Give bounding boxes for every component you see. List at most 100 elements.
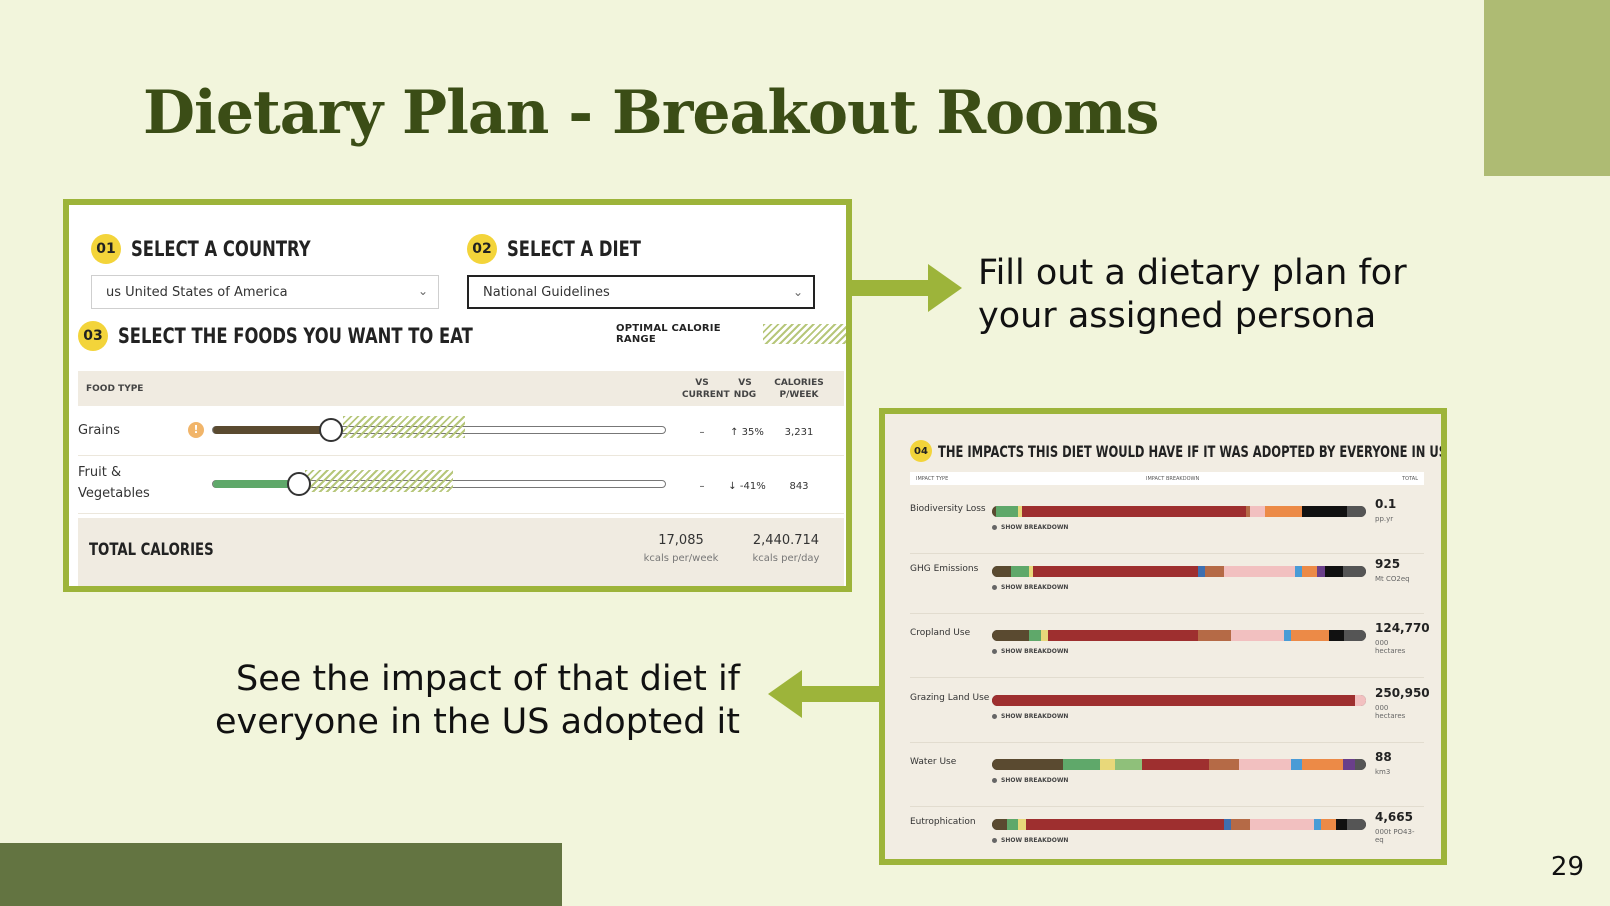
bar-segment [1354, 759, 1366, 770]
bar-segment [1197, 630, 1232, 641]
impact-row: Eutrophication SHOW BREAKDOWN 4,665 000t PO… [910, 807, 1424, 859]
col-food-type: FOOD TYPE [86, 384, 144, 394]
bar-segment [1313, 819, 1322, 830]
bar-segment [1010, 566, 1030, 577]
impact-heading: 04 THE IMPACTS THIS DIET WOULD HAVE IF I… [910, 440, 1441, 462]
show-breakdown-toggle[interactable]: SHOW BREAKDOWN [992, 524, 1068, 531]
country-select[interactable]: us United States of America ⌄ [91, 275, 439, 309]
impact-breakdown-bar [992, 759, 1366, 770]
country-select-value: us United States of America [106, 284, 288, 300]
show-breakdown-label: SHOW BREAKDOWN [1001, 524, 1069, 531]
food-label: Fruit & Vegetables [78, 465, 150, 501]
impact-label: Grazing Land Use [910, 693, 990, 703]
bar-segment [1063, 759, 1101, 770]
impact-label: Eutrophication [910, 817, 976, 827]
bar-segment [1264, 506, 1303, 517]
impact-total: 250,950 [1375, 686, 1430, 700]
impact-unit: km3 [1375, 768, 1391, 776]
total-day: 2,440.714 kcals per/day [736, 532, 836, 568]
show-breakdown-toggle[interactable]: SHOW BREAKDOWN [992, 837, 1068, 844]
bar-segment [1100, 759, 1116, 770]
col-calories: CALORIES P/WEEK [774, 378, 824, 400]
bar-segment [1347, 819, 1366, 830]
bar-segment [1141, 759, 1209, 770]
impact-row: Cropland Use SHOW BREAKDOWN 124,770 000 hec… [910, 618, 1430, 678]
bar-segment [1029, 630, 1041, 641]
total-day-value: 2,440.714 [752, 533, 820, 548]
diet-select-value: National Guidelines [483, 284, 610, 300]
step-badge: 03 [78, 321, 108, 351]
col-vs-current: VS CURRENT [682, 378, 730, 400]
grains-slider-thumb[interactable] [319, 418, 344, 442]
bar-segment [1238, 759, 1292, 770]
food-row-fruit-vegetables: Fruit & Vegetables – ↓ -41% 843 [78, 457, 844, 514]
bar-segment [1291, 630, 1329, 641]
bar-segment [1321, 819, 1337, 830]
dietary-planner-panel: 01 SELECT A COUNTRY us United States of … [63, 199, 852, 592]
col-impact-total: TOTAL [1402, 476, 1418, 482]
step-label: SELECT A COUNTRY [131, 237, 311, 261]
vs-current-value: – [699, 427, 705, 438]
total-week: 17,085 kcals per/week [636, 532, 726, 568]
bar-segment [1231, 819, 1251, 830]
bar-segment [1006, 819, 1019, 830]
step-select-foods: 03 SELECT THE FOODS YOU WANT TO EAT [78, 321, 573, 351]
bar-segment [1048, 630, 1198, 641]
impact-total: 4,665 [1375, 810, 1413, 824]
bar-segment [1021, 506, 1247, 517]
corner-decoration [1484, 0, 1610, 176]
plus-icon [992, 778, 997, 783]
vs-current-value: – [699, 481, 705, 492]
optimal-calorie-legend: OPTIMAL CALORIE RANGE [616, 323, 846, 345]
step-badge: 01 [91, 234, 121, 264]
show-breakdown-toggle[interactable]: SHOW BREAKDOWN [992, 584, 1068, 591]
optimal-range-swatch [762, 324, 846, 344]
bar-segment [1018, 819, 1026, 830]
bar-segment [1347, 506, 1366, 517]
food-row-grains: Grains ! – ↑ 35% 3,231 [78, 410, 844, 456]
bar-segment [1336, 819, 1348, 830]
bar-segment [995, 506, 1019, 517]
impact-row: Grazing Land Use SHOW BREAKDOWN 250,950 000… [910, 683, 1430, 743]
slide-title: Dietary Plan - Breakout Rooms [143, 78, 1159, 148]
impact-total: 124,770 [1375, 621, 1430, 635]
grains-slider-track[interactable] [212, 416, 666, 442]
bar-segment [1250, 506, 1265, 517]
bar-segment [1205, 566, 1224, 577]
chevron-down-icon: ⌄ [417, 284, 428, 298]
show-breakdown-toggle[interactable]: SHOW BREAKDOWN [992, 777, 1068, 784]
plus-icon [992, 585, 997, 590]
impact-table-header: IMPACT TYPE IMPACT BREAKDOWN TOTAL [910, 472, 1424, 485]
show-breakdown-toggle[interactable]: SHOW BREAKDOWN [992, 713, 1068, 720]
impact-row: Biodiversity Loss SHOW BREAKDOWN 0.1 pp.yr [910, 494, 1424, 554]
bar-segment [1343, 759, 1355, 770]
show-breakdown-toggle[interactable]: SHOW BREAKDOWN [992, 648, 1068, 655]
impact-breakdown-bar [992, 819, 1366, 830]
fruit-veg-slider-thumb[interactable] [287, 472, 312, 496]
bar-segment [1354, 695, 1366, 706]
impact-total: 925 [1375, 557, 1401, 571]
impact-row: GHG Emissions SHOW BREAKDOWN 925 Mt CO2eq [910, 554, 1424, 614]
total-week-unit: kcals per/week [643, 553, 719, 564]
total-calories-row: TOTAL CALORIES 17,085 kcals per/week 2,4… [78, 518, 844, 586]
col-impact-breakdown: IMPACT BREAKDOWN [1146, 476, 1200, 482]
impact-breakdown-bar [992, 566, 1366, 577]
impact-label: GHG Emissions [910, 564, 979, 574]
show-breakdown-label: SHOW BREAKDOWN [1001, 584, 1069, 591]
chevron-down-icon: ⌄ [792, 285, 803, 299]
fruit-veg-slider-track[interactable] [212, 470, 666, 496]
food-table-header: FOOD TYPE VS CURRENT VS NDG CALORIES P/W… [78, 371, 844, 406]
calories-value: 3,231 [784, 427, 814, 438]
diet-select[interactable]: National Guidelines ⌄ [467, 275, 815, 309]
bar-segment [1328, 630, 1344, 641]
optimal-range-hatch [305, 470, 453, 492]
diet-impact-panel: 04 THE IMPACTS THIS DIET WOULD HAVE IF I… [879, 408, 1447, 865]
calories-value: 843 [789, 481, 809, 492]
warning-icon: ! [188, 422, 204, 438]
plus-icon [992, 649, 997, 654]
show-breakdown-label: SHOW BREAKDOWN [1001, 777, 1069, 784]
bar-segment [1223, 819, 1232, 830]
impact-breakdown-bar [992, 630, 1366, 641]
show-breakdown-label: SHOW BREAKDOWN [1001, 648, 1069, 655]
plus-icon [992, 525, 997, 530]
